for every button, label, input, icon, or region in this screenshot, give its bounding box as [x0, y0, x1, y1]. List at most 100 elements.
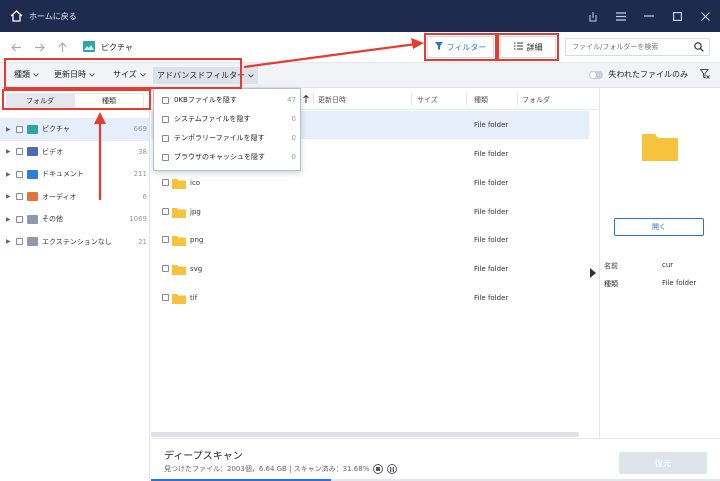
folder-icon	[172, 178, 186, 191]
open-button[interactable]: 開く	[614, 218, 704, 236]
column-divider	[313, 93, 314, 105]
folder-icon	[172, 264, 186, 277]
sidebar-item-videos[interactable]: ▶ ビデオ 38	[0, 141, 150, 164]
checkbox[interactable]	[162, 236, 169, 243]
menu-item-hide-browser-cache[interactable]: ブラウザのキャッシュを隠す 0	[162, 151, 296, 163]
column-divider	[466, 93, 467, 105]
sidebar-item-other[interactable]: ▶ その他 1069	[0, 208, 150, 231]
type-filter-label: 種類	[14, 70, 30, 79]
column-divider	[411, 93, 412, 105]
forward-arrow-icon[interactable]	[32, 40, 46, 54]
back-arrow-icon[interactable]	[9, 40, 23, 54]
expand-triangle-icon[interactable]: ▶	[6, 126, 12, 133]
column-header-date[interactable]: 更新日時	[318, 95, 346, 105]
lost-files-toggle[interactable]	[589, 70, 604, 79]
checkbox[interactable]	[162, 294, 169, 301]
pause-icon[interactable]	[387, 464, 398, 474]
checkbox[interactable]	[162, 208, 169, 215]
maximize-icon[interactable]	[670, 9, 684, 23]
type-label: 種類	[604, 280, 618, 288]
home-icon[interactable]	[9, 9, 23, 23]
sidebar-item-audio[interactable]: ▶ オーディオ 6	[0, 186, 150, 209]
expand-triangle-icon[interactable]: ▶	[6, 193, 12, 200]
column-header-type[interactable]: 種類	[474, 95, 488, 105]
checkbox[interactable]	[16, 193, 23, 201]
document-category-icon	[27, 169, 38, 179]
table-row[interactable]: svg File folder	[151, 255, 589, 283]
checkbox[interactable]	[162, 115, 169, 123]
menu-item-hide-temp[interactable]: テンポラリーファイルを隠す 0	[162, 132, 296, 144]
menu-item-label: ブラウザのキャッシュを隠す	[174, 153, 265, 161]
back-to-home-link[interactable]: ホームに戻る	[29, 11, 77, 22]
advanced-filter-dropdown[interactable]: アドバンスドフィルター	[153, 67, 259, 84]
collapse-panel-arrow-icon[interactable]	[590, 268, 596, 278]
horizontal-scrollbar[interactable]	[151, 432, 579, 437]
search-icon[interactable]	[694, 42, 704, 54]
expand-triangle-icon[interactable]: ▶	[6, 238, 12, 245]
audio-category-icon	[27, 192, 38, 202]
large-folder-icon	[642, 132, 678, 163]
menu-item-label: システムファイルを隠す	[174, 115, 251, 123]
checkbox[interactable]	[162, 153, 169, 161]
share-icon[interactable]	[586, 9, 600, 23]
table-row[interactable]: jpg File folder	[151, 198, 589, 226]
date-filter-label: 更新日時	[54, 70, 86, 79]
table-row[interactable]: ico File folder	[151, 169, 589, 197]
row-type: File folder	[474, 265, 509, 273]
sidebar-item-label: オーディオ	[42, 192, 77, 201]
checkbox[interactable]	[16, 238, 23, 246]
expand-triangle-icon[interactable]: ▶	[6, 171, 12, 178]
type-filter-dropdown[interactable]: 種類	[14, 69, 39, 80]
table-row[interactable]: tif File folder	[151, 284, 589, 312]
search-input[interactable]	[572, 43, 692, 51]
clear-filter-icon[interactable]	[699, 69, 710, 81]
menu-item-count: 0	[291, 153, 296, 161]
up-arrow-icon[interactable]	[55, 40, 69, 54]
checkbox[interactable]	[162, 134, 169, 142]
folder-icon	[172, 207, 186, 220]
checkbox[interactable]	[162, 96, 169, 104]
sidebar-item-pictures[interactable]: ▶ ピクチャ 669	[0, 118, 150, 141]
menu-item-hide-system[interactable]: システムファイルを隠す 0	[162, 113, 296, 125]
row-type: File folder	[474, 208, 509, 216]
search-box	[565, 38, 710, 56]
checkbox[interactable]	[16, 170, 23, 178]
recover-button[interactable]: 復元	[619, 452, 707, 474]
detail-button-label: 詳細	[526, 42, 543, 52]
menu-item-hide-0kb[interactable]: 0KBファイルを隠す 47	[162, 94, 296, 106]
minimize-icon[interactable]	[642, 9, 656, 23]
scan-status-bar: ディープスキャン 見つけたファイル：2003個，6.64 GB | スキャン済み…	[151, 438, 720, 481]
filter-button[interactable]: フィルター	[427, 36, 494, 58]
column-header-folder[interactable]: フォルダ	[522, 95, 550, 105]
expand-triangle-icon[interactable]: ▶	[6, 216, 12, 223]
column-header-size[interactable]: サイズ	[417, 95, 438, 105]
column-divider	[517, 93, 518, 105]
checkbox[interactable]	[16, 125, 23, 133]
menu-item-count: 47	[287, 96, 296, 104]
menu-item-label: テンポラリーファイルを隠す	[174, 134, 265, 142]
tab-folder[interactable]: フォルダ	[6, 93, 74, 109]
chevron-down-icon	[89, 70, 95, 79]
menu-item-count: 0	[291, 115, 296, 123]
other-category-icon	[27, 214, 38, 224]
stop-icon[interactable]	[373, 464, 384, 474]
checkbox[interactable]	[162, 265, 169, 272]
menu-icon[interactable]	[614, 9, 628, 23]
checkbox[interactable]	[16, 215, 23, 223]
tab-type[interactable]: 種類	[75, 94, 143, 108]
checkbox[interactable]	[16, 148, 23, 156]
sidebar-item-count: 211	[133, 170, 147, 179]
sidebar-item-count: 21	[138, 237, 147, 246]
sidebar-item-documents[interactable]: ▶ ドキュメント 211	[0, 163, 150, 186]
close-icon[interactable]	[698, 9, 712, 23]
size-filter-dropdown[interactable]: サイズ	[113, 69, 146, 80]
checkbox[interactable]	[162, 179, 169, 186]
date-filter-dropdown[interactable]: 更新日時	[54, 69, 95, 80]
table-row[interactable]: png File folder	[151, 226, 589, 254]
sort-arrow-icon[interactable]	[303, 94, 309, 105]
breadcrumb-current[interactable]: ピクチャ	[101, 42, 133, 53]
detail-view-button[interactable]: 詳細	[500, 36, 556, 58]
sidebar-item-no-extension[interactable]: ▶ エクステンションなし 21	[0, 231, 150, 254]
funnel-icon	[434, 42, 443, 52]
expand-triangle-icon[interactable]: ▶	[6, 148, 12, 155]
